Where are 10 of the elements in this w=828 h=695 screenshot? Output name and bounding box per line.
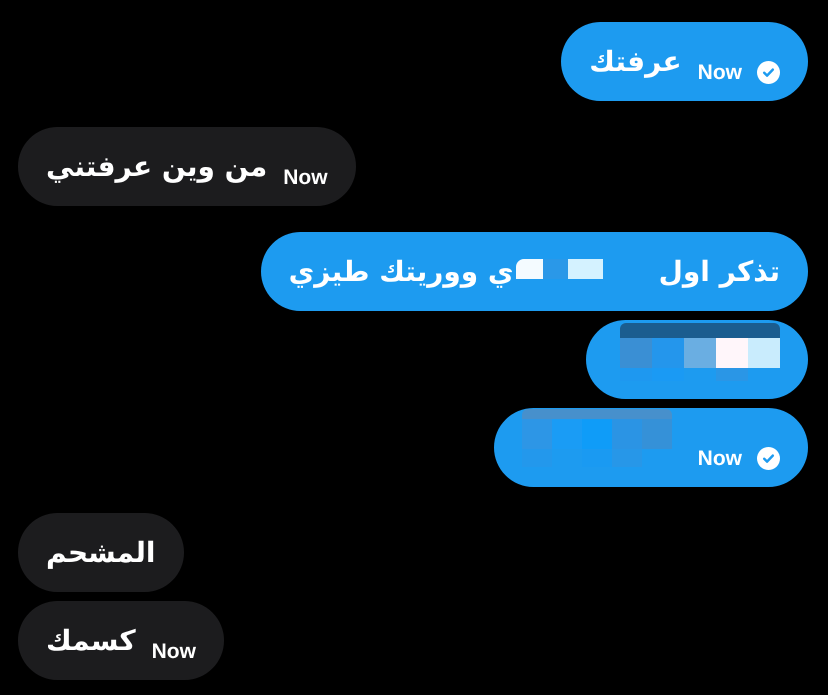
timestamp: Now: [283, 167, 328, 188]
message-text: كسمك: [46, 622, 136, 658]
timestamp: Now: [698, 62, 742, 83]
timestamp: Now: [152, 641, 196, 662]
message-text: عرفتك: [589, 44, 682, 80]
message-text: من وين عرفتني: [46, 148, 268, 185]
message-text: ي ووريتك طيزي: [288, 254, 514, 290]
timestamp: Now: [698, 448, 742, 469]
message-text: تذكر اول: [658, 254, 780, 290]
message-text: المشحم: [46, 534, 156, 571]
